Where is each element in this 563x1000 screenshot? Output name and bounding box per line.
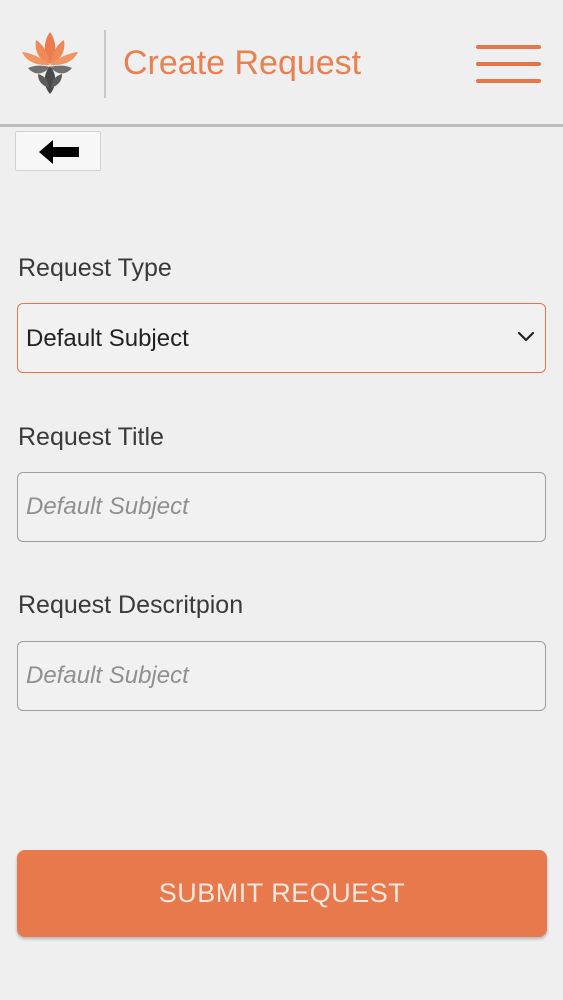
chevron-down-icon [517, 331, 535, 342]
lotus-logo-icon [22, 32, 78, 94]
request-type-value: Default Subject [26, 325, 189, 352]
hamburger-menu-icon[interactable] [474, 42, 544, 86]
request-description-input[interactable] [17, 641, 546, 711]
back-button[interactable] [15, 131, 101, 171]
request-description-label: Request Descritpion [18, 591, 244, 619]
header-divider [104, 30, 106, 98]
request-type-select[interactable]: Default Subject [17, 303, 546, 373]
app-header: Create Request [0, 0, 563, 127]
request-title-label: Request Title [18, 423, 164, 451]
page-title: Create Request [123, 44, 362, 82]
request-type-label: Request Type [18, 254, 172, 282]
submit-request-button[interactable]: SUBMIT REQUEST [17, 850, 547, 937]
request-title-input[interactable] [17, 472, 546, 542]
arrow-left-icon [39, 140, 79, 164]
